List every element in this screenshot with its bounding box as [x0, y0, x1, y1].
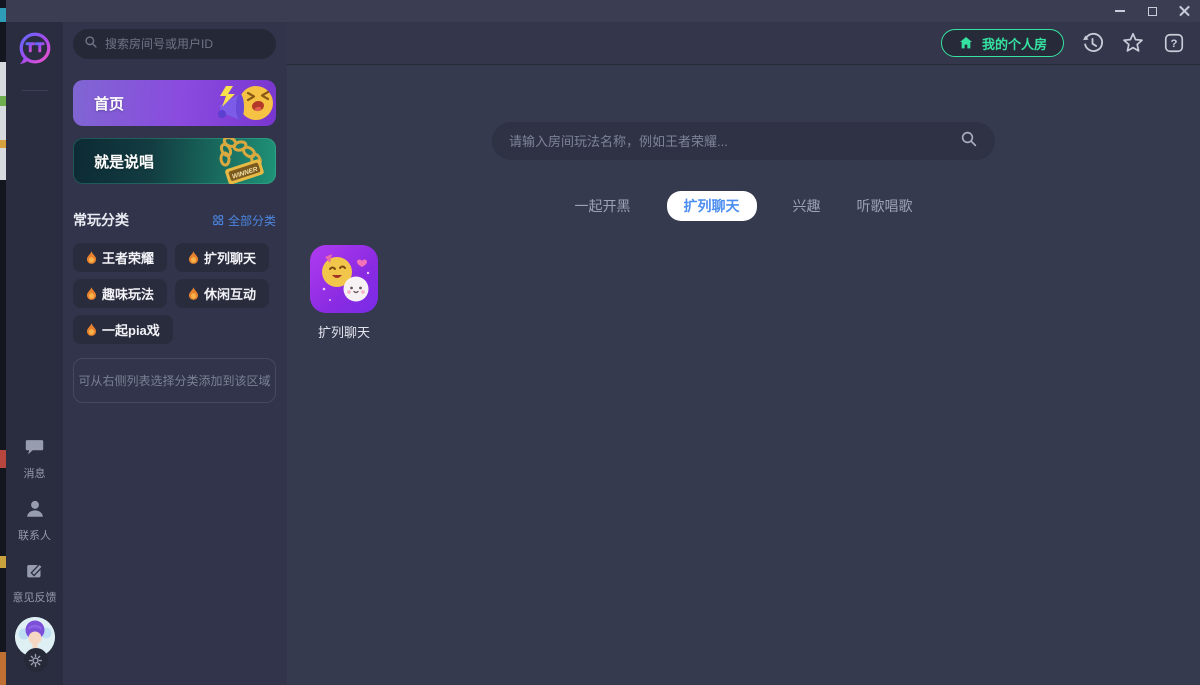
sidebar-search[interactable] — [73, 29, 276, 59]
app-logo-icon[interactable] — [16, 30, 54, 73]
gold-chain-art: WINNER — [192, 138, 276, 184]
star-icon — [1121, 31, 1145, 55]
history-button[interactable] — [1079, 30, 1105, 56]
chip-label: 王者荣耀 — [102, 248, 154, 267]
category-hint-text: 可从右侧列表选择分类添加到该区域 — [78, 372, 270, 389]
rail-item-label: 联系人 — [18, 527, 51, 543]
home-icon — [958, 35, 974, 51]
titlebar — [6, 0, 1200, 22]
app-frame: 消息 联系人 — [6, 0, 1200, 685]
my-room-button[interactable]: 我的个人房 — [941, 29, 1064, 57]
chat-card-icon — [310, 245, 378, 313]
category-chip[interactable]: 王者荣耀 — [73, 243, 167, 272]
rail-item-label: 消息 — [24, 465, 46, 481]
feedback-icon — [24, 560, 46, 585]
history-icon — [1081, 32, 1104, 55]
favorites-button[interactable] — [1120, 30, 1146, 56]
flame-icon — [188, 251, 199, 264]
main-content: 一起开黑 扩列聊天 兴趣 听歌唱歌 — [287, 65, 1200, 685]
banner-rap[interactable]: 就是说唱 WINNER — [73, 138, 276, 184]
chip-label: 一起pia戏 — [102, 320, 160, 339]
all-categories-label: 全部分类 — [228, 212, 276, 229]
banner-rap-label: 就是说唱 — [73, 151, 154, 172]
help-glyph: ? — [1171, 38, 1178, 50]
flame-icon — [86, 287, 97, 300]
chip-label: 休闲互动 — [204, 284, 256, 303]
category-chip[interactable]: 扩列聊天 — [175, 243, 269, 272]
main-search[interactable] — [492, 122, 995, 160]
game-card-label: 扩列聊天 — [318, 322, 370, 341]
maximize-icon — [1148, 7, 1157, 16]
rail-item-messages[interactable]: 消息 — [23, 436, 46, 481]
category-grid-icon — [212, 214, 224, 226]
help-icon: ? — [1163, 32, 1185, 54]
close-icon — [1179, 6, 1190, 17]
flame-icon — [86, 323, 97, 336]
tab-play-together[interactable]: 一起开黑 — [575, 196, 631, 216]
settings-gear-icon[interactable] — [24, 648, 48, 672]
category-chips: 王者荣耀 扩列聊天 趣味玩法 休闲互动 — [73, 243, 276, 344]
rail-item-label: 意见反馈 — [13, 589, 57, 605]
game-card[interactable]: 扩列聊天 — [310, 245, 378, 341]
minimize-icon — [1115, 10, 1125, 12]
search-icon — [84, 35, 98, 54]
tab-interest[interactable]: 兴趣 — [793, 196, 821, 216]
banner-home-label: 首页 — [73, 93, 124, 114]
search-icon[interactable] — [960, 130, 978, 153]
rail-item-feedback[interactable]: 意见反馈 — [13, 560, 57, 605]
left-rail: 消息 联系人 — [6, 22, 63, 685]
all-categories-link[interactable]: 全部分类 — [212, 212, 276, 229]
category-tabs: 一起开黑 扩列聊天 兴趣 听歌唱歌 — [287, 191, 1200, 221]
chip-label: 扩列聊天 — [204, 248, 256, 267]
app-window: 消息 联系人 — [0, 0, 1200, 685]
section-title: 常玩分类 — [73, 210, 129, 230]
flame-icon — [188, 287, 199, 300]
category-chip[interactable]: 休闲互动 — [175, 279, 269, 308]
maximize-button[interactable] — [1136, 0, 1168, 22]
cards-row: 扩列聊天 — [287, 245, 1200, 341]
rail-item-contacts[interactable]: 联系人 — [18, 498, 51, 543]
flame-icon — [86, 251, 97, 264]
banner-home[interactable]: 首页 — [73, 80, 276, 126]
main-area: 我的个人房 — [287, 22, 1200, 685]
rail-divider — [22, 90, 48, 91]
message-icon — [23, 436, 46, 461]
megaphone-emoji-art — [210, 80, 276, 126]
minimize-button[interactable] — [1104, 0, 1136, 22]
sidebar: 首页 就是说唱 — [63, 22, 287, 685]
chip-label: 趣味玩法 — [102, 284, 154, 303]
main-header: 我的个人房 — [287, 22, 1200, 65]
sidebar-search-input[interactable] — [105, 37, 265, 51]
tab-make-friends-chat[interactable]: 扩列聊天 — [667, 191, 757, 221]
category-chip[interactable]: 一起pia戏 — [73, 315, 173, 344]
tab-sing-listen[interactable]: 听歌唱歌 — [857, 196, 913, 216]
category-chip[interactable]: 趣味玩法 — [73, 279, 167, 308]
help-button[interactable]: ? — [1161, 30, 1187, 56]
main-search-input[interactable] — [509, 134, 950, 149]
contacts-icon — [24, 498, 46, 523]
category-hint: 可从右侧列表选择分类添加到该区域 — [73, 358, 276, 403]
close-button[interactable] — [1168, 0, 1200, 22]
my-room-label: 我的个人房 — [982, 34, 1047, 53]
